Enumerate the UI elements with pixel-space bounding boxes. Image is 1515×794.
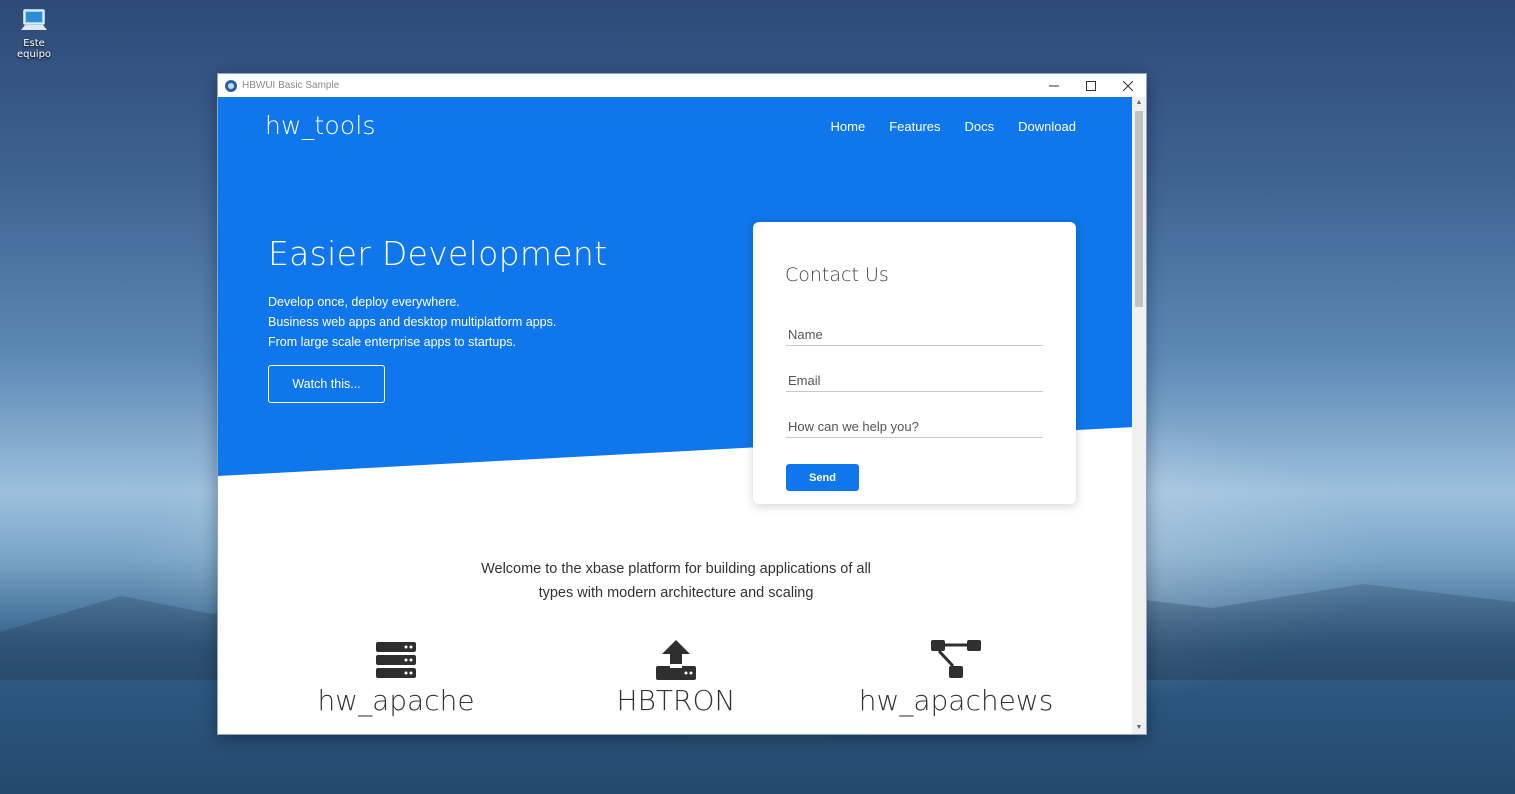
- maximize-icon: [1085, 80, 1096, 91]
- app-window: HBWUI Basic Sample hw_tools Home Feature…: [217, 73, 1147, 735]
- hero-description: Develop once, deploy everywhere. Busines…: [268, 292, 556, 352]
- nav-link-features[interactable]: Features: [889, 119, 940, 134]
- contact-title: Contact Us: [785, 264, 889, 286]
- hero-title: Easier Development: [268, 234, 608, 273]
- feature-hw-apachews[interactable]: hw_apachews: [836, 640, 1076, 717]
- welcome-text: Welcome to the xbase platform for buildi…: [218, 557, 1134, 605]
- feature-name: hw_apachews: [858, 684, 1054, 717]
- feature-name: HBTRON: [616, 684, 736, 717]
- top-nav: hw_tools Home Features Docs Download: [218, 97, 1134, 157]
- scroll-down-icon[interactable]: ▼: [1132, 722, 1146, 734]
- scroll-thumb[interactable]: [1135, 111, 1143, 307]
- close-button[interactable]: [1109, 74, 1146, 97]
- desktop-icon-label: Este equipo: [16, 38, 52, 60]
- send-button[interactable]: Send: [786, 464, 859, 491]
- minimize-icon: [1048, 85, 1059, 86]
- vertical-scrollbar[interactable]: ▲ ▼: [1132, 97, 1146, 734]
- server-icon: [276, 640, 516, 680]
- scroll-up-icon[interactable]: ▲: [1132, 97, 1146, 109]
- maximize-button[interactable]: [1072, 74, 1109, 97]
- features-row: hw_apache HBTRON hw_apachews: [218, 640, 1134, 720]
- feature-hbtron[interactable]: HBTRON: [556, 640, 796, 717]
- network-icon: [836, 640, 1076, 680]
- hero-line: Business web apps and desktop multiplatf…: [268, 315, 557, 329]
- welcome-line: types with modern architecture and scali…: [538, 585, 814, 601]
- upload-icon: [556, 640, 796, 680]
- window-title: HBWUI Basic Sample: [242, 80, 340, 91]
- feature-name: hw_apache: [317, 684, 475, 717]
- nav-link-home[interactable]: Home: [831, 119, 866, 134]
- app-icon: [224, 79, 238, 93]
- nav-link-docs[interactable]: Docs: [965, 119, 995, 134]
- brand-logo[interactable]: hw_tools: [265, 111, 376, 140]
- email-field[interactable]: [786, 370, 1043, 392]
- page-content: hw_tools Home Features Docs Download Eas…: [218, 97, 1134, 734]
- welcome-line: Welcome to the xbase platform for buildi…: [481, 561, 871, 577]
- help-field[interactable]: [786, 416, 1043, 438]
- close-icon: [1122, 80, 1133, 91]
- desktop-icon-this-pc[interactable]: Este equipo: [6, 8, 62, 60]
- feature-hw-apache[interactable]: hw_apache: [276, 640, 516, 717]
- computer-icon: [19, 8, 49, 34]
- title-bar[interactable]: HBWUI Basic Sample: [218, 74, 1146, 97]
- nav-link-download[interactable]: Download: [1018, 119, 1076, 134]
- name-field[interactable]: [786, 324, 1043, 346]
- hero-line: Develop once, deploy everywhere.: [268, 295, 460, 309]
- minimize-button[interactable]: [1035, 74, 1072, 97]
- hero-line: From large scale enterprise apps to star…: [268, 335, 517, 349]
- watch-button[interactable]: Watch this...: [268, 365, 385, 403]
- contact-card: Contact Us Send: [753, 222, 1076, 504]
